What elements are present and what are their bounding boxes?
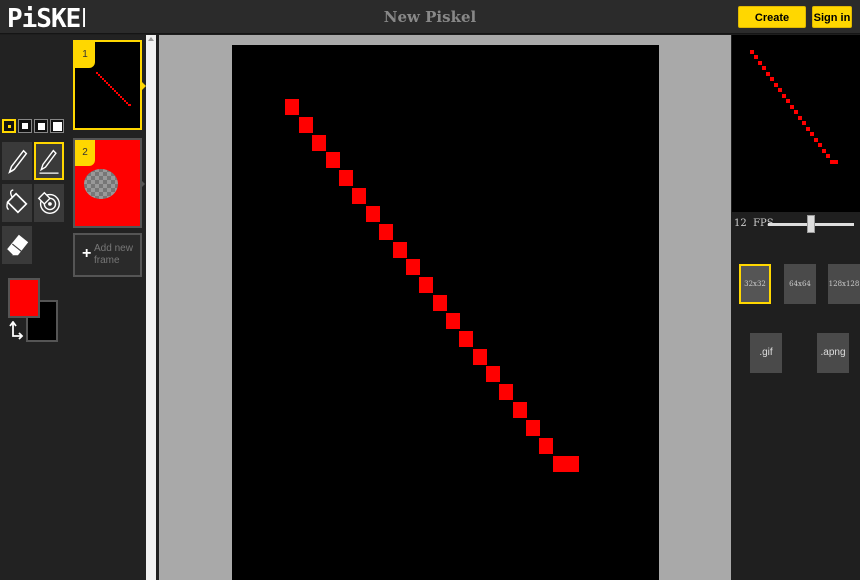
pen-size-3-button[interactable] xyxy=(34,119,48,133)
fps-value: 12 xyxy=(734,218,747,229)
red-pixel xyxy=(473,349,487,365)
red-pixel xyxy=(826,154,830,158)
right-panel: 12 FPS 32x32 64x64 128x128 .gif .apng xyxy=(731,35,860,580)
scroll-up-icon[interactable] xyxy=(148,37,154,41)
red-pixel xyxy=(379,224,393,240)
add-new-frame-button[interactable]: + Add new frame xyxy=(73,233,142,277)
red-pixel xyxy=(513,402,527,418)
create-sprite-button[interactable]: Create Sprite xyxy=(738,6,806,46)
red-pixel xyxy=(758,61,762,65)
red-pixel xyxy=(778,88,782,92)
red-pixel xyxy=(790,105,794,109)
red-pixel xyxy=(762,66,766,70)
frame-thumbnail[interactable]: 2 xyxy=(73,138,142,228)
animation-preview xyxy=(732,35,860,212)
top-bar: PiSKEL New Piskel Create Sprite Sign in xyxy=(0,0,860,46)
paint-all-same-color-tool-button[interactable] xyxy=(34,184,64,222)
red-pixel xyxy=(433,295,447,311)
red-pixel xyxy=(499,384,513,400)
red-pixel xyxy=(786,99,790,103)
tools-panel xyxy=(0,35,68,580)
frames-scrollbar[interactable] xyxy=(146,35,156,580)
frame-number: 2 xyxy=(75,140,95,166)
bucket-target-icon xyxy=(37,191,60,214)
red-pixel xyxy=(810,132,814,136)
frame-thumbnail[interactable]: 1 xyxy=(73,40,142,130)
red-pixel xyxy=(285,99,299,115)
size-64-button[interactable]: 64x64 xyxy=(784,264,816,304)
red-pixel xyxy=(553,456,579,472)
red-pixel xyxy=(798,116,802,120)
red-pixel xyxy=(814,138,818,142)
add-frame-label: Add new frame xyxy=(94,243,133,266)
red-pixel xyxy=(419,277,433,293)
red-pixel xyxy=(339,170,353,186)
red-pixel xyxy=(806,127,810,131)
primary-color-swatch[interactable] xyxy=(8,278,40,318)
mirror-pen-icon xyxy=(39,149,59,174)
red-pixel xyxy=(526,420,540,436)
red-pixel xyxy=(446,313,460,329)
drawing-area xyxy=(159,35,731,580)
paint-bucket-icon xyxy=(6,189,28,214)
fps-slider-thumb[interactable] xyxy=(807,215,815,233)
sign-in-button[interactable]: Sign in xyxy=(812,6,852,28)
vertical-mirror-pen-tool-button[interactable] xyxy=(34,142,64,180)
pen-size-2-button[interactable] xyxy=(18,119,32,133)
size-128-button[interactable]: 128x128 xyxy=(828,264,860,304)
pen-size-4-button[interactable] xyxy=(50,119,64,133)
pen-size-1-button[interactable] xyxy=(2,119,16,133)
eraser-icon xyxy=(6,234,29,256)
frame-arrow-icon xyxy=(140,179,145,189)
red-pixel xyxy=(539,438,553,454)
red-pixel xyxy=(822,149,826,153)
logo-text: PiSKEL xyxy=(7,4,85,31)
red-pixel xyxy=(750,50,754,54)
red-pixel xyxy=(830,160,838,164)
red-pixel xyxy=(459,331,473,347)
red-pixel xyxy=(393,242,407,258)
red-pixel xyxy=(770,77,774,81)
frames-panel: 1 2 + Add new frame xyxy=(68,35,146,580)
red-pixel xyxy=(818,143,822,147)
frame-preview-image xyxy=(96,72,131,106)
red-pixel xyxy=(486,366,500,382)
red-pixel xyxy=(782,94,786,98)
eraser-tool-button[interactable] xyxy=(2,226,32,264)
red-pixel xyxy=(766,72,770,76)
red-pixel xyxy=(352,188,366,204)
plus-icon: + xyxy=(82,245,92,262)
swap-colors-icon[interactable] xyxy=(9,321,25,341)
piskel-logo[interactable]: PiSKEL xyxy=(7,3,85,31)
pen-icon xyxy=(8,149,28,174)
red-pixel xyxy=(774,83,778,87)
export-gif-button[interactable]: .gif xyxy=(750,333,782,373)
red-pixel xyxy=(802,121,806,125)
red-pixel xyxy=(299,117,313,133)
paint-bucket-tool-button[interactable] xyxy=(2,184,32,222)
transparency-pattern-icon xyxy=(84,169,118,199)
red-pixel xyxy=(794,110,798,114)
red-pixel xyxy=(366,206,380,222)
export-apng-button[interactable]: .apng xyxy=(817,333,849,373)
red-pixel xyxy=(326,152,340,168)
red-pixel xyxy=(312,135,326,151)
size-32-button[interactable]: 32x32 xyxy=(739,264,771,304)
sprite-title[interactable]: New Piskel xyxy=(0,8,860,26)
drawing-canvas[interactable] xyxy=(232,45,659,580)
red-pixel xyxy=(754,55,758,59)
pen-tool-button[interactable] xyxy=(2,142,32,180)
red-pixel xyxy=(406,259,420,275)
